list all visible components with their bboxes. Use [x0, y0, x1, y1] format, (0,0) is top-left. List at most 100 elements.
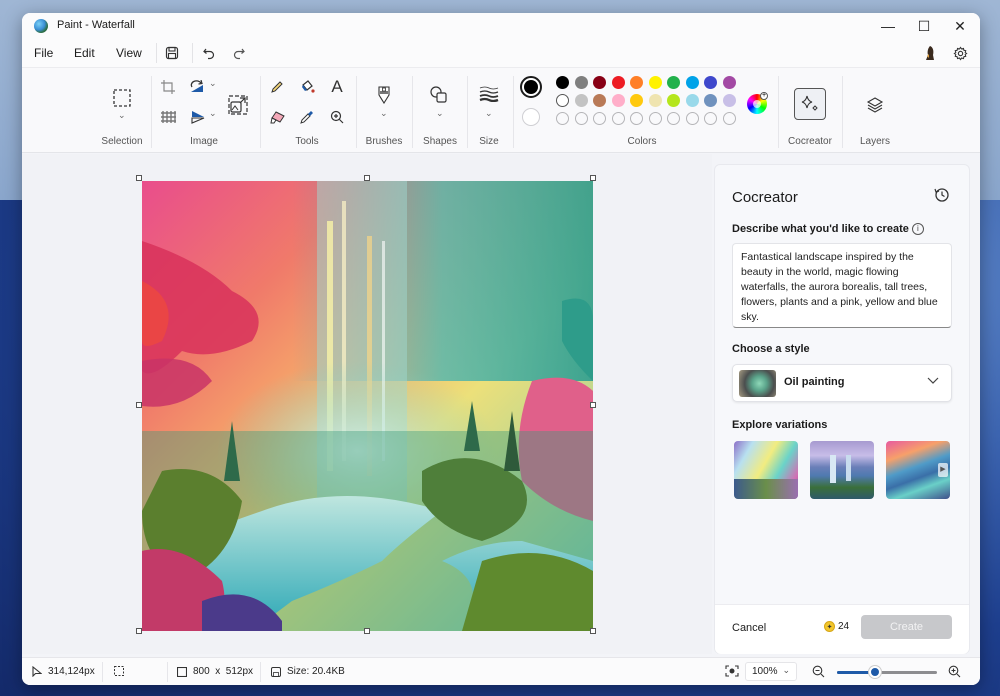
color-swatch[interactable] [593, 94, 606, 107]
custom-color-slot[interactable] [685, 112, 699, 125]
group-label-selection: Selection [101, 136, 143, 147]
color-swatch[interactable] [722, 76, 736, 89]
shapes-icon[interactable] [428, 84, 450, 106]
resize-handle-top-right[interactable] [590, 175, 596, 181]
minimize-button[interactable]: — [870, 13, 906, 39]
account-avatar-icon[interactable] [920, 43, 940, 63]
resize-handle-right[interactable] [590, 402, 596, 408]
ribbon-separator [412, 76, 413, 148]
close-button[interactable]: ✕ [942, 13, 978, 39]
create-button[interactable]: Create [861, 615, 952, 639]
history-icon[interactable] [934, 187, 952, 205]
menu-view[interactable]: View [116, 46, 142, 60]
resize-handle-left[interactable] [136, 402, 142, 408]
primary-color-button[interactable] [520, 76, 542, 98]
group-label-colors: Colors [627, 136, 657, 147]
rotate-chevron-icon[interactable]: ⌄ [209, 78, 217, 89]
resize-image-icon[interactable] [227, 94, 249, 116]
custom-color-slot[interactable] [630, 112, 643, 125]
color-swatch[interactable] [667, 94, 680, 107]
color-swatch[interactable] [704, 76, 717, 89]
info-icon[interactable]: i [911, 223, 924, 236]
color-swatch[interactable] [574, 94, 588, 107]
edit-colors-wheel-icon[interactable]: + [746, 92, 768, 115]
flip-chevron-icon[interactable]: ⌄ [209, 108, 217, 119]
crop-icon[interactable] [159, 78, 177, 96]
brushes-chevron-icon[interactable]: ⌄ [380, 108, 388, 119]
undo-icon[interactable] [199, 43, 219, 63]
canvas-image-waterfall[interactable] [142, 181, 593, 631]
save-icon[interactable] [162, 43, 182, 63]
eraser-icon[interactable] [268, 108, 286, 126]
color-swatch[interactable] [648, 94, 662, 107]
cocreator-button[interactable] [794, 88, 826, 120]
pencil-icon[interactable] [268, 78, 286, 96]
zoom-in-icon[interactable] [948, 665, 961, 678]
custom-color-slot[interactable] [556, 112, 569, 125]
secondary-color-button[interactable] [522, 108, 540, 126]
flip-icon[interactable] [188, 108, 208, 126]
color-swatch[interactable] [556, 94, 569, 107]
maximize-button[interactable]: ☐ [906, 13, 942, 39]
color-swatch[interactable] [722, 94, 736, 107]
custom-color-slot[interactable] [611, 112, 625, 125]
resize-handle-top-left[interactable] [136, 175, 142, 181]
redo-icon[interactable] [229, 43, 249, 63]
color-swatch[interactable] [556, 76, 569, 89]
color-swatch[interactable] [667, 76, 680, 89]
custom-color-slot[interactable] [593, 112, 606, 125]
color-swatch[interactable] [593, 76, 606, 89]
selection-size-readout [114, 666, 124, 676]
zoom-slider-thumb[interactable] [869, 666, 881, 678]
color-swatch[interactable] [574, 76, 588, 89]
prompt-input[interactable]: Fantastical landscape inspired by the be… [732, 243, 952, 328]
text-tool-icon[interactable]: A [328, 77, 346, 97]
fit-to-window-icon[interactable] [725, 665, 739, 677]
style-dropdown[interactable]: Oil painting [732, 364, 952, 402]
next-variation-arrow-icon[interactable]: ▶ [938, 463, 948, 477]
stroke-size-icon[interactable] [477, 84, 501, 104]
resize-handle-bottom-left[interactable] [136, 628, 142, 634]
settings-gear-icon[interactable] [950, 43, 970, 63]
selection-rectangle-icon[interactable] [111, 87, 133, 109]
fill-bucket-icon[interactable] [298, 78, 316, 96]
resize-handle-top[interactable] [364, 175, 370, 181]
resize-handle-bottom-right[interactable] [590, 628, 596, 634]
variation-thumbnail-2[interactable] [810, 441, 874, 499]
group-label-image: Image [190, 136, 218, 147]
color-swatch[interactable] [704, 94, 717, 107]
color-swatch[interactable] [611, 94, 625, 107]
layers-icon[interactable] [864, 94, 886, 116]
color-swatch[interactable] [630, 94, 643, 107]
shapes-chevron-icon[interactable]: ⌄ [436, 108, 444, 119]
resize-handle-bottom[interactable] [364, 628, 370, 634]
panel-footer: Cancel ✦ 24 Create [715, 604, 969, 654]
custom-color-slot[interactable] [667, 112, 680, 125]
zoom-out-icon[interactable] [812, 665, 825, 678]
custom-color-slot[interactable] [722, 112, 736, 125]
selection-chevron-icon[interactable]: ⌄ [118, 110, 126, 121]
variation-thumbnail-3[interactable]: ▶ [886, 441, 950, 499]
size-chevron-icon[interactable]: ⌄ [485, 108, 493, 119]
brush-icon[interactable] [374, 84, 394, 106]
file-size-save-icon [271, 666, 281, 677]
color-swatch[interactable] [648, 76, 662, 89]
color-swatch[interactable] [630, 76, 643, 89]
menu-edit[interactable]: Edit [74, 46, 95, 60]
canvas-size: 800 x 512px [193, 666, 254, 677]
custom-color-slot[interactable] [574, 112, 588, 125]
color-swatch[interactable] [611, 76, 625, 89]
color-swatch[interactable] [685, 94, 699, 107]
custom-color-slot[interactable] [648, 112, 662, 125]
menu-file[interactable]: File [34, 46, 53, 60]
zoom-slider[interactable] [837, 666, 937, 678]
select-all-pattern-icon[interactable] [159, 108, 177, 126]
rotate-icon[interactable] [188, 78, 208, 96]
variation-thumbnail-1[interactable] [734, 441, 798, 499]
color-swatch[interactable] [685, 76, 699, 89]
magnifier-icon[interactable] [328, 108, 346, 126]
cancel-button[interactable]: Cancel [732, 622, 766, 634]
color-picker-icon[interactable] [298, 108, 316, 126]
zoom-level-dropdown[interactable]: 100% ⌄ [745, 662, 797, 681]
custom-color-slot[interactable] [704, 112, 717, 125]
